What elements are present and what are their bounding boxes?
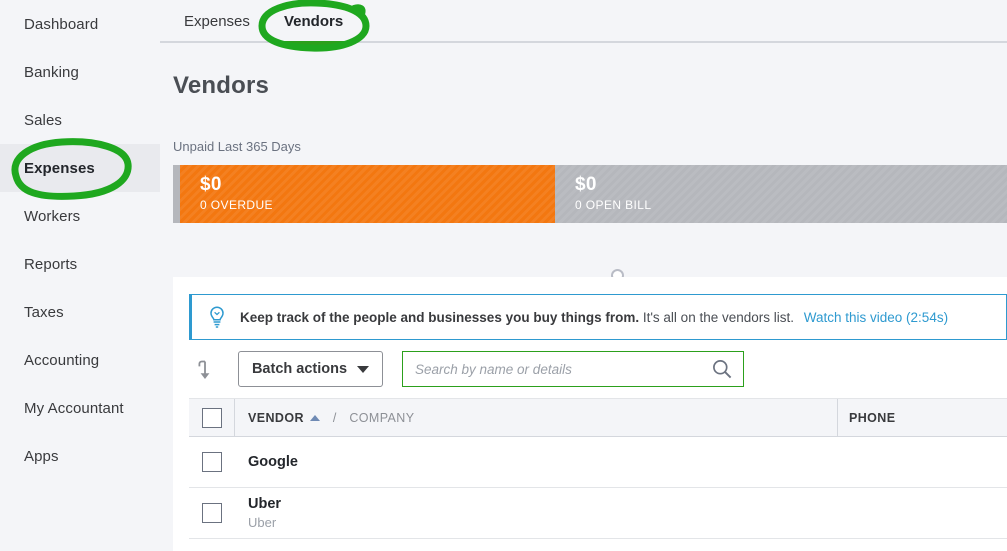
arrow-down-hook-icon[interactable] [193, 358, 217, 384]
sidebar-item-expenses[interactable]: Expenses [0, 144, 160, 192]
row-vendor-cell: Google [234, 437, 1007, 487]
sidebar-item-accounting[interactable]: Accounting [0, 336, 160, 384]
vendor-company: Uber [248, 514, 277, 530]
vendor-name[interactable]: Google [248, 453, 1007, 472]
column-header-phone[interactable]: PHONE [837, 399, 1007, 436]
banner-subtext: It's all on the vendors list. [642, 309, 794, 325]
sidebar-item-banking[interactable]: Banking [0, 48, 160, 96]
tab-bar: Expenses Vendors [160, 0, 1007, 45]
sidebar-item-label: Expenses [24, 159, 95, 177]
sidebar-item-label: Workers [24, 207, 81, 225]
moneybar-left-edge [173, 165, 180, 223]
moneybar: $0 0 OVERDUE $0 0 OPEN BILL [173, 165, 1007, 223]
column-label-company: COMPANY [349, 410, 415, 425]
row-checkbox[interactable] [201, 503, 222, 523]
sort-asc-icon [309, 414, 320, 421]
table-header-row: VENDOR / COMPANY PHONE [189, 398, 1007, 437]
row-checkbox[interactable] [201, 452, 222, 472]
moneybar-amount: $0 [200, 174, 222, 195]
moneybar-caption: 0 OPEN BILL [575, 198, 652, 212]
quickbooks-vendors-page: Dashboard Banking Sales Expenses Workers… [0, 0, 1007, 551]
info-banner: Keep track of the people and businesses … [189, 294, 1007, 340]
row-select-cell [189, 452, 234, 472]
sidebar-nav: Dashboard Banking Sales Expenses Workers… [0, 0, 160, 551]
moneybar-amount: $0 [575, 174, 597, 195]
sidebar-item-label: My Accountant [24, 399, 124, 417]
table-toolbar: Batch actions [189, 351, 1007, 391]
sidebar-item-label: Taxes [24, 303, 64, 321]
tab-expenses[interactable]: Expenses [184, 0, 250, 43]
chevron-down-icon [357, 365, 370, 373]
sidebar-item-taxes[interactable]: Taxes [0, 288, 160, 336]
sidebar-item-label: Apps [24, 447, 59, 465]
select-all-checkbox[interactable] [201, 407, 222, 428]
moneybar-label: Unpaid Last 365 Days [173, 139, 301, 154]
banner-headline: Keep track of the people and businesses … [240, 309, 640, 325]
lightbulb-icon [210, 306, 224, 328]
search-icon[interactable] [711, 358, 733, 380]
moneybar-segment-open-bill[interactable]: $0 0 OPEN BILL [555, 165, 1007, 223]
sidebar-item-label: Sales [24, 111, 63, 129]
table-row[interactable]: Google [189, 437, 1007, 488]
column-separator: / [332, 410, 337, 425]
table-row[interactable]: Uber Uber [189, 488, 1007, 539]
batch-actions-label: Batch actions [251, 361, 348, 377]
row-select-cell [189, 503, 234, 523]
tab-label: Expenses [184, 13, 250, 30]
tab-label: Vendors [284, 13, 344, 30]
sidebar-item-sales[interactable]: Sales [0, 96, 160, 144]
sidebar-item-reports[interactable]: Reports [0, 240, 160, 288]
tab-vendors[interactable]: Vendors [279, 0, 348, 45]
row-vendor-cell: Uber Uber [234, 488, 1007, 538]
sidebar-item-label: Accounting [24, 351, 100, 369]
moneybar-segment-overdue[interactable]: $0 0 OVERDUE [180, 165, 555, 223]
vendor-name[interactable]: Uber [248, 495, 1007, 514]
sidebar-item-workers[interactable]: Workers [0, 192, 160, 240]
batch-actions-button[interactable]: Batch actions [238, 351, 383, 387]
sidebar-item-apps[interactable]: Apps [0, 432, 160, 480]
column-header-vendor[interactable]: VENDOR / COMPANY [234, 399, 837, 436]
column-label-phone: PHONE [849, 410, 896, 425]
search-box[interactable] [402, 351, 744, 387]
sidebar-item-label: Dashboard [24, 15, 99, 33]
sidebar-item-label: Reports [24, 255, 78, 273]
select-all-cell [189, 407, 234, 428]
banner-text: Keep track of the people and businesses … [240, 310, 948, 325]
moneybar-caption: 0 OVERDUE [200, 198, 273, 212]
page-title: Vendors [173, 72, 270, 99]
watch-video-link[interactable]: Watch this video (2:54s) [804, 310, 948, 325]
sidebar-item-my-accountant[interactable]: My Accountant [0, 384, 160, 432]
sidebar-item-label: Banking [24, 63, 79, 81]
column-label-vendor: VENDOR [248, 410, 304, 425]
search-input[interactable] [415, 361, 711, 377]
vendors-content-card: Keep track of the people and businesses … [173, 277, 1007, 551]
sidebar-item-dashboard[interactable]: Dashboard [0, 0, 160, 48]
vendors-table: VENDOR / COMPANY PHONE Google Uber Uber [189, 398, 1007, 539]
